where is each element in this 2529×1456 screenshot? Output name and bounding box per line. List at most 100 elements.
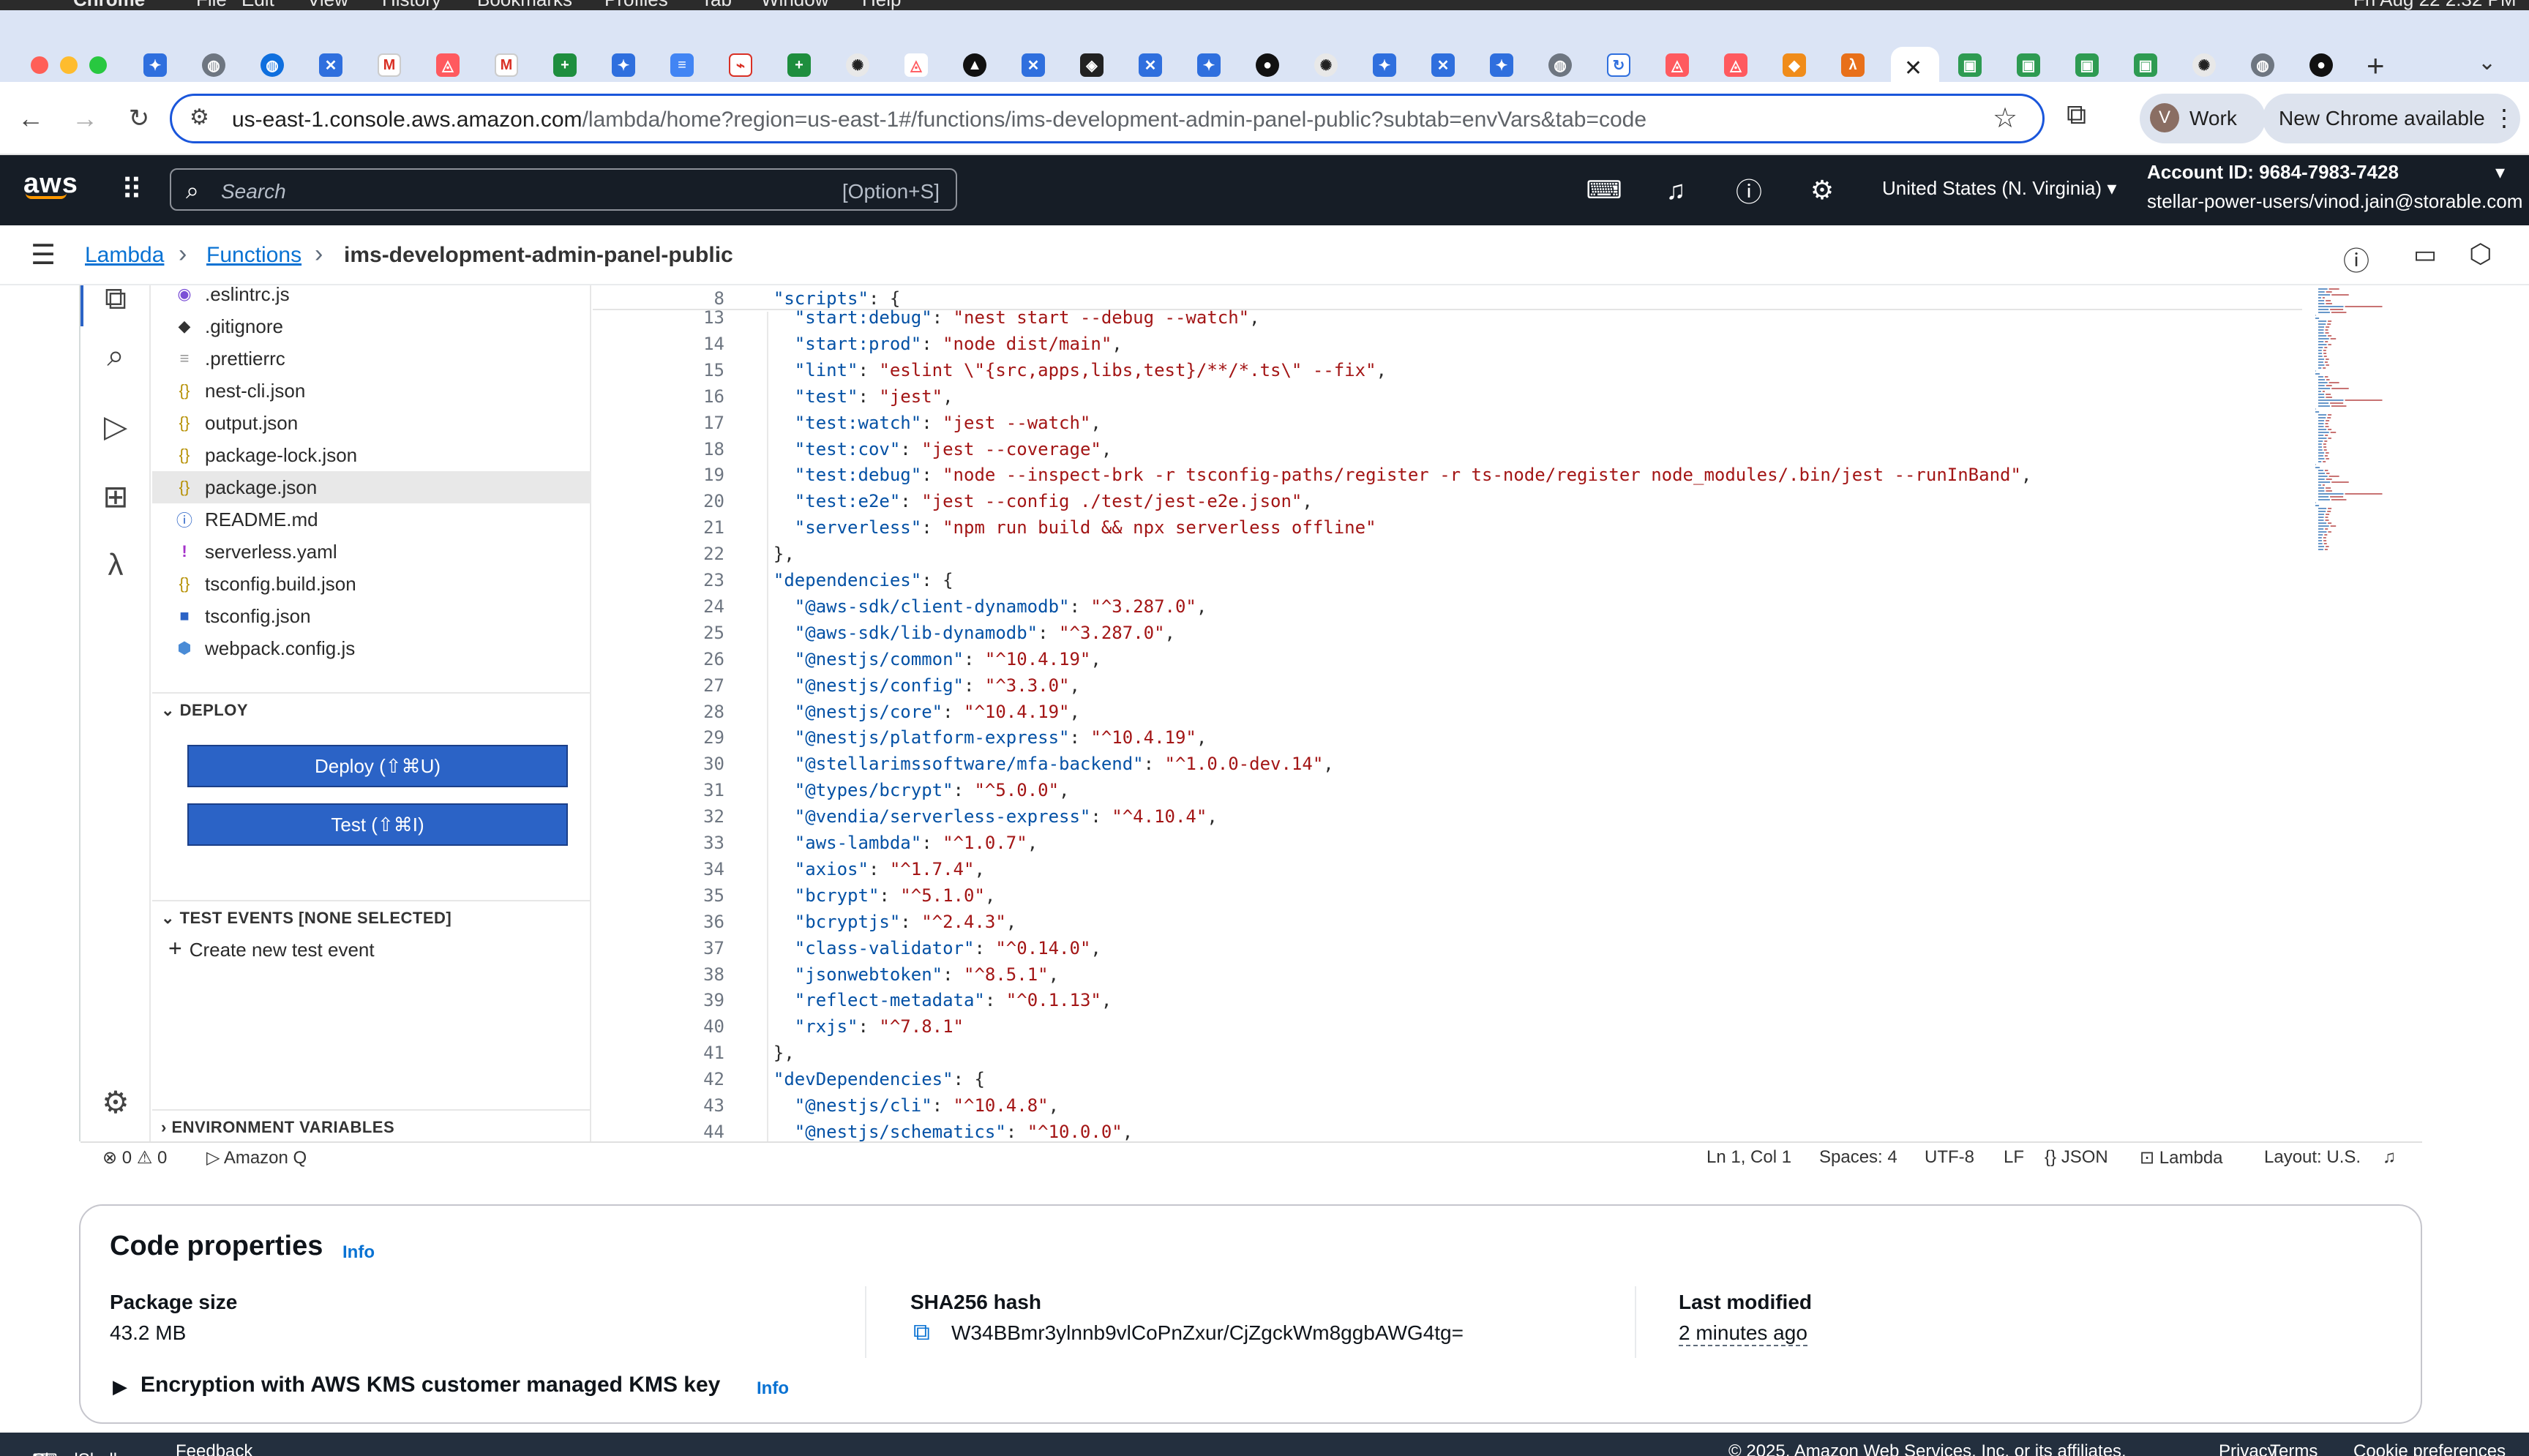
close-window-icon[interactable] xyxy=(31,56,48,74)
tab-dark-icon[interactable]: ◈ xyxy=(1080,53,1104,77)
url-text[interactable]: us-east-1.console.aws.amazon.com/lambda/… xyxy=(232,108,1646,132)
tab-airbnb-icon[interactable]: ◬ xyxy=(436,53,460,77)
copy-icon[interactable]: ⧉ xyxy=(913,1318,930,1346)
expand-caret-icon[interactable]: ▶ xyxy=(113,1376,127,1398)
tab-confluence-icon-3[interactable]: ✕ xyxy=(1139,53,1162,77)
menu-bookmarks[interactable]: Bookmarks xyxy=(477,0,572,10)
profile-button[interactable]: V Work xyxy=(2140,94,2266,143)
tab-web-icon[interactable]: ◍ xyxy=(202,53,225,77)
file-item[interactable]: ■ tsconfig.json xyxy=(171,600,590,632)
file-item[interactable]: {} output.json xyxy=(171,407,590,439)
file-item[interactable]: {} nest-cli.json xyxy=(171,375,590,407)
tab-globe-icon-3[interactable]: ◍ xyxy=(2251,53,2274,77)
tab-confluence-icon-4[interactable]: ✕ xyxy=(1431,53,1455,77)
tab-airbnb-icon-3[interactable]: ◬ xyxy=(1666,53,1689,77)
new-tab-icon[interactable]: + xyxy=(2367,48,2385,83)
problems-indicator[interactable]: ⊗ 0 ⚠ 0 xyxy=(102,1147,167,1168)
cookie-preferences-link[interactable]: Cookie preferences xyxy=(2353,1441,2506,1456)
explorer-files-icon[interactable]: ⧉ xyxy=(97,279,135,318)
tab-close-icon[interactable]: ✕ xyxy=(1904,56,1922,81)
privacy-link[interactable]: Privacy xyxy=(2219,1441,2277,1456)
file-item[interactable]: ! serverless.yaml xyxy=(171,536,590,568)
kms-encryption-toggle[interactable]: Encryption with AWS KMS customer managed… xyxy=(140,1373,720,1397)
forward-icon[interactable]: → xyxy=(66,100,104,138)
menu-history[interactable]: History xyxy=(382,0,441,10)
cursor-position[interactable]: Ln 1, Col 1 xyxy=(1706,1147,1791,1168)
file-item[interactable]: ⬢ webpack.config.js xyxy=(171,632,590,664)
tab-globe-icon[interactable]: ◍ xyxy=(261,53,284,77)
lambda-icon[interactable]: λ xyxy=(97,546,135,584)
environment-variables-section-header[interactable]: › ENVIRONMENT VARIABLES xyxy=(161,1118,394,1137)
tab-github-icon[interactable]: ● xyxy=(1256,53,1279,77)
tab-sheet-green-icon[interactable]: ▣ xyxy=(1958,53,1982,77)
tab-airbnb-icon-4[interactable]: ◬ xyxy=(1724,53,1747,77)
file-item[interactable]: {} package-lock.json xyxy=(171,439,590,471)
indentation[interactable]: Spaces: 4 xyxy=(1819,1147,1897,1168)
menu-tab[interactable]: Tab xyxy=(701,0,732,10)
tab-gmail-icon-2[interactable]: M xyxy=(495,53,518,77)
search-icon[interactable]: ⌕ xyxy=(97,337,135,375)
tab-drive-icon[interactable]: ▲ xyxy=(963,53,986,77)
extensions-icon[interactable]: ⧉ xyxy=(2067,100,2086,131)
tab-jira-icon-5[interactable]: ✦ xyxy=(1490,53,1513,77)
notifications-bell-icon[interactable]: ♫ xyxy=(1657,171,1695,209)
bookmark-star-icon[interactable]: ☆ xyxy=(1993,102,2017,135)
tab-search-chevron-icon[interactable]: ⌄ xyxy=(2478,50,2496,75)
run-debug-icon[interactable]: ▷ xyxy=(97,407,135,445)
code-editor[interactable]: 8 "scripts": {13 "start:debug": "nest st… xyxy=(593,285,2422,1141)
breadcrumb-lambda[interactable]: Lambda xyxy=(85,243,164,268)
lambda-status[interactable]: ⊡ Lambda xyxy=(2140,1147,2223,1168)
line-ending[interactable]: LF xyxy=(2004,1147,2024,1168)
tab-sheets-icon-2[interactable]: + xyxy=(787,53,811,77)
menu-edit[interactable]: Edit xyxy=(241,0,274,10)
menu-chrome[interactable]: Chrome xyxy=(73,0,145,10)
region-selector[interactable]: United States (N. Virginia) ▾ xyxy=(1882,177,2116,200)
search-input[interactable]: ⌕ Search [Option+S] xyxy=(170,168,957,211)
minimap[interactable] xyxy=(2309,285,2400,563)
language-mode[interactable]: {} JSON xyxy=(2045,1147,2108,1168)
account-caret-icon[interactable]: ▾ xyxy=(2495,161,2505,184)
new-chrome-available-button[interactable]: New Chrome available ⋮ xyxy=(2263,94,2520,143)
create-test-event-link[interactable]: + Create new test event xyxy=(168,935,375,962)
file-item[interactable]: {} tsconfig.build.json xyxy=(171,568,590,600)
file-item-selected[interactable]: {} package.json xyxy=(152,471,591,503)
tab-sheet-green-icon-2[interactable]: ▣ xyxy=(2017,53,2040,77)
address-bar[interactable]: ⚙ us-east-1.console.aws.amazon.com/lambd… xyxy=(170,94,2045,143)
tab-openai-icon-3[interactable]: ✺ xyxy=(2192,53,2216,77)
tab-jira-icon-2[interactable]: ✦ xyxy=(612,53,635,77)
tab-airbnb-icon-2[interactable]: ◬ xyxy=(904,53,928,77)
minimize-window-icon[interactable] xyxy=(60,56,78,74)
info-link[interactable]: Info xyxy=(342,1242,375,1263)
tab-sheet-green-icon-4[interactable]: ▣ xyxy=(2134,53,2157,77)
menu-profiles[interactable]: Profiles xyxy=(604,0,668,10)
account-id[interactable]: Account ID: 9684-7983-7428 xyxy=(2147,161,2399,184)
tab-openai-icon-2[interactable]: ✺ xyxy=(1314,53,1338,77)
tab-openai-icon[interactable]: ✺ xyxy=(846,53,869,77)
feedback-link[interactable]: Feedback xyxy=(176,1441,252,1456)
tab-docs-icon[interactable]: ≡ xyxy=(670,53,694,77)
extensions-icon[interactable]: ⊞ xyxy=(97,477,135,515)
last-modified-value[interactable]: 2 minutes ago xyxy=(1679,1321,1807,1346)
info-panel-icon[interactable]: ⓘ xyxy=(2343,240,2369,278)
menu-help[interactable]: Help xyxy=(862,0,901,10)
keyboard-layout[interactable]: Layout: U.S. xyxy=(2264,1147,2361,1168)
file-item[interactable]: ≡ .prettierrc xyxy=(171,342,590,375)
menu-view[interactable]: View xyxy=(307,0,348,10)
menu-window[interactable]: Window xyxy=(761,0,828,10)
settings-gear-icon[interactable]: ⚙ xyxy=(1803,171,1841,209)
kms-info-link[interactable]: Info xyxy=(757,1378,789,1399)
zoom-window-icon[interactable] xyxy=(89,56,107,74)
tab-jira-icon-4[interactable]: ✦ xyxy=(1373,53,1396,77)
tab-lambda-icon[interactable]: λ xyxy=(1841,53,1865,77)
site-settings-icon[interactable]: ⚙ xyxy=(190,105,209,130)
hamburger-menu-icon[interactable]: ☰ xyxy=(31,239,56,271)
amazon-q-status[interactable]: ▷ Amazon Q xyxy=(206,1147,307,1168)
test-events-section-header[interactable]: ⌄ TEST EVENTS [NONE SELECTED] xyxy=(161,909,452,928)
tab-jira-icon[interactable]: ✦ xyxy=(143,53,167,77)
reload-icon[interactable]: ↻ xyxy=(120,100,158,138)
tab-github-icon-2[interactable]: ● xyxy=(2309,53,2333,77)
terms-link[interactable]: Terms xyxy=(2270,1441,2318,1456)
file-item[interactable]: ◆ .gitignore xyxy=(171,310,590,342)
tab-confluence-icon[interactable]: ✕ xyxy=(319,53,342,77)
services-grid-icon[interactable]: ⠿ xyxy=(113,171,151,209)
